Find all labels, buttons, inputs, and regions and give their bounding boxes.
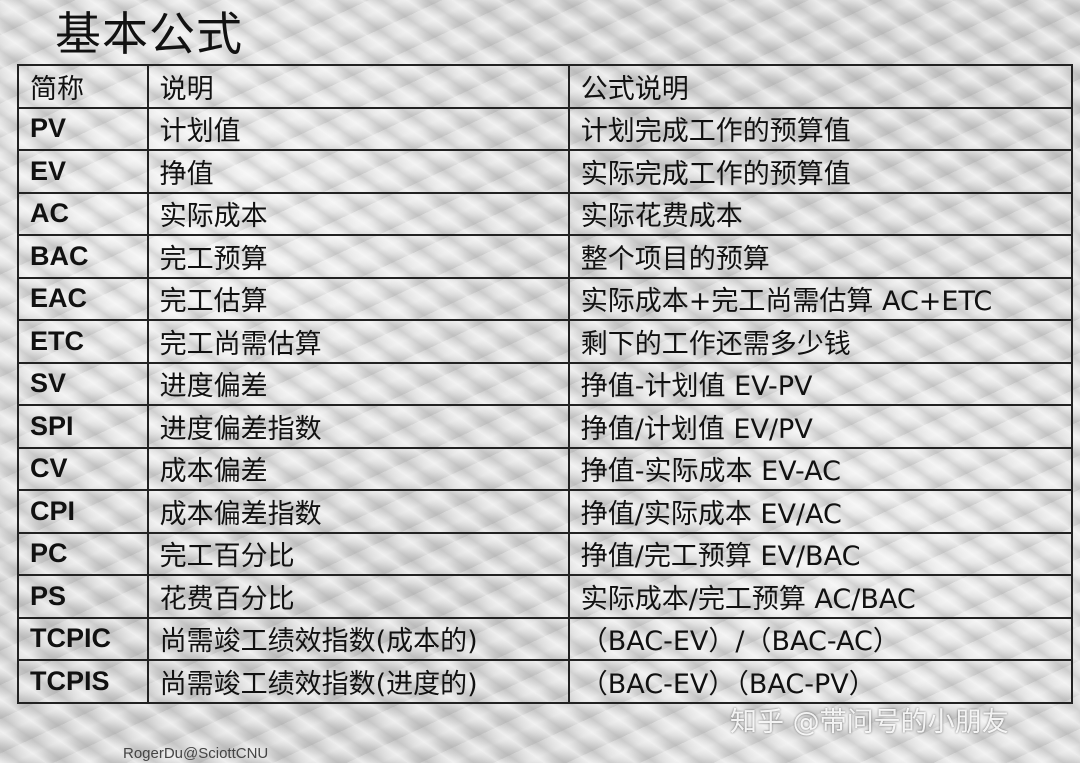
header-desc: 说明 [146, 64, 570, 109]
desc-cell: 完工尚需估算 [146, 319, 570, 364]
abbr-cell: EAC [17, 276, 149, 321]
table-row: AC 实际成本 实际花费成本 [17, 191, 1074, 236]
desc-cell: 完工预算 [146, 234, 570, 279]
zhihu-watermark: 知乎 @带问号的小朋友 [730, 707, 1009, 738]
abbr-cell: SPI [17, 404, 149, 449]
desc-cell: 完工百分比 [146, 531, 570, 576]
table-row: CV 成本偏差 挣值-实际成本 EV-AC [17, 446, 1074, 491]
table-row: TCPIS 尚需竣工绩效指数(进度的) （BAC-EV）（BAC-PV） [17, 659, 1074, 704]
desc-cell: 完工估算 [146, 276, 570, 321]
page-title: 基本公式 [55, 7, 243, 61]
table-row: BAC 完工预算 整个项目的预算 [17, 234, 1074, 279]
abbr-cell: PS [17, 574, 149, 619]
table-row: EAC 完工估算 实际成本+完工尚需估算 AC+ETC [17, 276, 1074, 321]
formula-cell: （BAC-EV）（BAC-PV） [567, 659, 1074, 704]
table-row: SV 进度偏差 挣值-计划值 EV-PV [17, 361, 1074, 406]
abbr-cell: CV [17, 446, 149, 491]
desc-cell: 计划值 [146, 106, 570, 151]
abbr-cell: PV [17, 106, 149, 151]
formula-table: 简称 说明 公式说明 PV 计划值 计划完成工作的预算值 EV 挣值 实际完成工作的预算值… [17, 64, 1074, 704]
desc-cell: 挣值 [146, 149, 570, 194]
abbr-cell: PC [17, 531, 149, 576]
table-row: PC 完工百分比 挣值/完工预算 EV/BAC [17, 531, 1074, 576]
formula-cell: 实际完成工作的预算值 [567, 149, 1074, 194]
formula-cell: 剩下的工作还需多少钱 [567, 319, 1074, 364]
table-row: ETC 完工尚需估算 剩下的工作还需多少钱 [17, 319, 1074, 364]
header-formula: 公式说明 [567, 64, 1074, 109]
abbr-cell: TCPIS [17, 659, 149, 704]
formula-cell: 实际花费成本 [567, 191, 1074, 236]
table-row: PS 花费百分比 实际成本/完工预算 AC/BAC [17, 574, 1074, 619]
abbr-cell: BAC [17, 234, 149, 279]
abbr-cell: AC [17, 191, 149, 236]
desc-cell: 尚需竣工绩效指数(进度的) [146, 659, 570, 704]
table-header-row: 简称 说明 公式说明 [17, 64, 1074, 109]
formula-cell: （BAC-EV）/（BAC-AC） [567, 616, 1074, 661]
formula-cell: 实际成本/完工预算 AC/BAC [567, 574, 1074, 619]
table-row: EV 挣值 实际完成工作的预算值 [17, 149, 1074, 194]
table-row: CPI 成本偏差指数 挣值/实际成本 EV/AC [17, 489, 1074, 534]
formula-cell: 挣值/计划值 EV/PV [567, 404, 1074, 449]
formula-cell: 整个项目的预算 [567, 234, 1074, 279]
table-row: PV 计划值 计划完成工作的预算值 [17, 106, 1074, 151]
abbr-cell: TCPIC [17, 616, 149, 661]
table-row: SPI 进度偏差指数 挣值/计划值 EV/PV [17, 404, 1074, 449]
desc-cell: 实际成本 [146, 191, 570, 236]
desc-cell: 成本偏差 [146, 446, 570, 491]
desc-cell: 成本偏差指数 [146, 489, 570, 534]
author-credit: RogerDu@SciottCNU [123, 745, 269, 762]
formula-cell: 挣值/实际成本 EV/AC [567, 489, 1074, 534]
header-abbr: 简称 [17, 64, 149, 109]
abbr-cell: EV [17, 149, 149, 194]
formula-cell: 挣值-实际成本 EV-AC [567, 446, 1074, 491]
formula-cell: 挣值/完工预算 EV/BAC [567, 531, 1074, 576]
table-row: TCPIC 尚需竣工绩效指数(成本的) （BAC-EV）/（BAC-AC） [17, 616, 1074, 661]
abbr-cell: ETC [17, 319, 149, 364]
abbr-cell: CPI [17, 489, 149, 534]
desc-cell: 进度偏差指数 [146, 404, 570, 449]
formula-cell: 实际成本+完工尚需估算 AC+ETC [567, 276, 1074, 321]
desc-cell: 尚需竣工绩效指数(成本的) [146, 616, 570, 661]
desc-cell: 花费百分比 [146, 574, 570, 619]
abbr-cell: SV [17, 361, 149, 406]
desc-cell: 进度偏差 [146, 361, 570, 406]
formula-cell: 挣值-计划值 EV-PV [567, 361, 1074, 406]
formula-cell: 计划完成工作的预算值 [567, 106, 1074, 151]
table-body: 简称 说明 公式说明 PV 计划值 计划完成工作的预算值 EV 挣值 实际完成工作的预算值… [17, 64, 1074, 704]
